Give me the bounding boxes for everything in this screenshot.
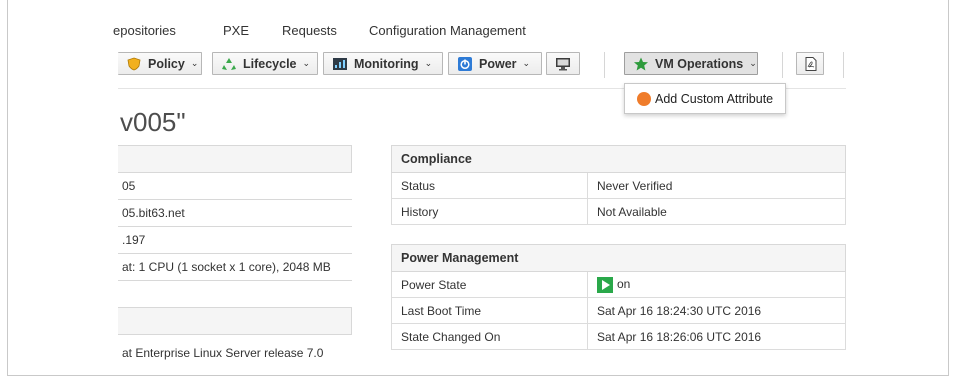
table-row: State Changed On Sat Apr 16 18:26:06 UTC… — [391, 323, 846, 350]
power-on-icon — [597, 276, 613, 293]
monitoring-button[interactable]: Monitoring ⌄ — [323, 52, 443, 75]
properties-table: 05 05.bit63.net .197 at: 1 CPU (1 socket… — [118, 145, 352, 371]
pdf-icon — [803, 56, 819, 71]
property-value: 05 — [118, 172, 352, 200]
nav-item-requests[interactable]: Requests — [282, 23, 337, 38]
nav-item-configuration-management[interactable]: Configuration Management — [369, 23, 526, 38]
vm-operations-label: VM Operations — [655, 56, 744, 71]
power-management-table: Power Management Power State on Last Boo… — [391, 244, 846, 350]
chevron-down-icon: ⌄ — [749, 58, 757, 68]
console-button[interactable] — [546, 52, 580, 75]
power-label: Power — [479, 56, 517, 71]
chevron-down-icon: ⌄ — [190, 58, 199, 68]
property-value: 05.bit63.net — [118, 199, 352, 227]
recycle-icon — [221, 57, 237, 71]
table-row: 05.bit63.net — [118, 199, 352, 227]
chevron-down-icon: ⌄ — [522, 58, 531, 68]
lifecycle-button[interactable]: Lifecycle ⌄ — [212, 52, 318, 75]
custom-attribute-icon — [637, 91, 651, 106]
table-row: at: 1 CPU (1 socket x 1 core), 2048 MB — [118, 253, 352, 281]
page-title: v005" — [120, 107, 186, 137]
compliance-status-label: Status — [391, 172, 588, 199]
last-boot-time-value: Sat Apr 16 18:24:30 UTC 2016 — [587, 297, 846, 324]
property-value: at: 1 CPU (1 socket x 1 core), 2048 MB — [118, 253, 352, 281]
policy-button[interactable]: Policy ⌄ — [118, 52, 202, 75]
property-value: .197 — [118, 226, 352, 254]
shield-icon — [126, 57, 142, 71]
state-changed-on-label: State Changed On — [391, 323, 588, 350]
property-value: at Enterprise Linux Server release 7.0 — [118, 334, 352, 371]
table-row: at Enterprise Linux Server release 7.0 — [118, 334, 352, 371]
app-frame: epositories PXE Requests Configuration M… — [7, 0, 949, 376]
compliance-header-row: Compliance — [391, 145, 846, 173]
compliance-table: Compliance Status Never Verified History… — [391, 145, 846, 225]
star-icon — [633, 57, 649, 71]
compliance-history-value: Not Available — [587, 198, 846, 225]
os-header-row — [118, 307, 352, 335]
nav-item-repositories[interactable]: epositories — [113, 23, 176, 38]
vm-operations-dropdown: Add Custom Attribute — [624, 83, 786, 114]
last-boot-time-label: Last Boot Time — [391, 297, 588, 324]
add-custom-attribute-menu-item[interactable]: Add Custom Attribute — [625, 84, 785, 113]
nav-item-pxe[interactable]: PXE — [223, 23, 249, 38]
properties-header-row — [118, 145, 352, 173]
top-nav: epositories PXE Requests Configuration M… — [8, 0, 846, 51]
compliance-history-label: History — [391, 198, 588, 225]
table-row: Status Never Verified — [391, 172, 846, 199]
policy-label: Policy — [148, 56, 185, 71]
power-state-label: Power State — [391, 271, 588, 298]
table-row — [118, 280, 352, 308]
console-icon — [555, 57, 571, 71]
table-row: Power State on — [391, 271, 846, 298]
power-icon — [457, 56, 473, 71]
toolbar-separator — [604, 52, 605, 78]
vm-operations-button[interactable]: VM Operations ⌄ — [624, 52, 758, 75]
table-row: .197 — [118, 226, 352, 254]
power-management-header: Power Management — [391, 244, 846, 272]
pdf-button[interactable] — [796, 52, 824, 75]
table-row: 05 — [118, 172, 352, 200]
lifecycle-label: Lifecycle — [243, 56, 297, 71]
monitoring-label: Monitoring — [354, 56, 419, 71]
compliance-status-value: Never Verified — [587, 172, 846, 199]
chevron-down-icon: ⌄ — [424, 58, 433, 68]
monitor-chart-icon — [332, 57, 348, 71]
power-state-value: on — [617, 276, 631, 291]
compliance-header: Compliance — [391, 145, 846, 173]
toolbar-separator — [843, 52, 844, 78]
toolbar-separator — [782, 52, 783, 78]
chevron-down-icon: ⌄ — [302, 58, 311, 68]
power-button[interactable]: Power ⌄ — [448, 52, 542, 75]
table-row: History Not Available — [391, 198, 846, 225]
state-changed-on-value: Sat Apr 16 18:26:06 UTC 2016 — [587, 323, 846, 350]
properties-header-cell — [118, 145, 352, 173]
os-header-cell — [118, 307, 352, 335]
power-state-value-cell: on — [587, 271, 846, 298]
property-value — [118, 280, 352, 308]
table-row: Last Boot Time Sat Apr 16 18:24:30 UTC 2… — [391, 297, 846, 324]
add-custom-attribute-label: Add Custom Attribute — [655, 91, 774, 106]
power-header-row: Power Management — [391, 244, 846, 272]
